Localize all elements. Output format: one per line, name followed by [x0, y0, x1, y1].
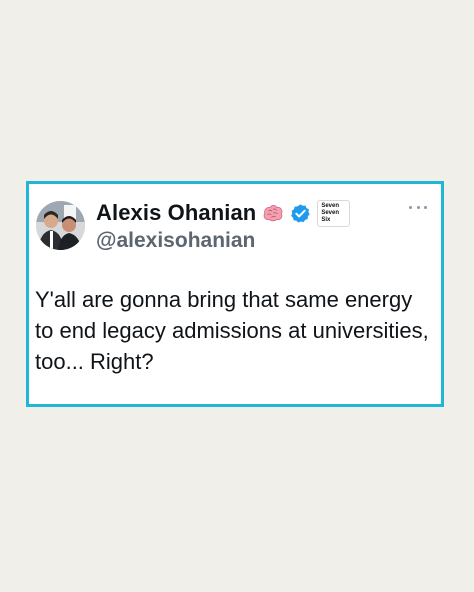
affiliate-badge-line-2: Seven — [321, 209, 340, 216]
affiliate-badge-line-1: Seven — [321, 202, 340, 209]
avatar[interactable] — [36, 201, 85, 250]
author-display-name[interactable]: Alexis Ohanian — [96, 200, 256, 226]
brain-emoji-icon — [262, 202, 284, 224]
tweet-card[interactable]: Alexis Ohanian Seven Seven Six @alexisoh… — [26, 181, 444, 407]
affiliate-badge-logo: Seven Seven Six — [317, 199, 351, 227]
more-horizontal-icon[interactable] — [409, 202, 427, 212]
avatar-photo — [36, 201, 85, 250]
tweet-text: Y'all are gonna bring that same energy t… — [35, 287, 429, 374]
menu-dot — [424, 205, 427, 209]
affiliate-badge-line-3: Six — [321, 216, 331, 223]
menu-dot — [409, 205, 412, 209]
menu-dot — [416, 205, 420, 209]
author-name-row: Alexis Ohanian Seven Seven Six — [96, 198, 351, 228]
verified-badge-icon — [290, 203, 311, 224]
page-background: Alexis Ohanian Seven Seven Six @alexisoh… — [0, 0, 474, 592]
author-handle[interactable]: @alexisohanian — [96, 229, 255, 253]
